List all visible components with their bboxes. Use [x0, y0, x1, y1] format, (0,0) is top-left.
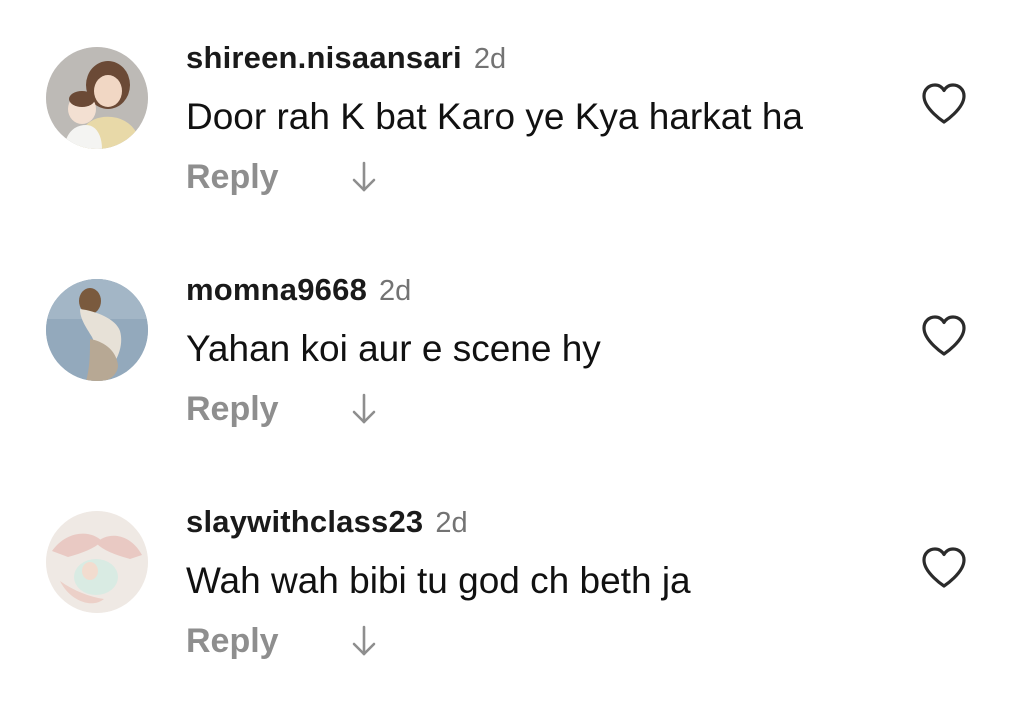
comment-text: Wah wah bibi tu god ch beth ja	[186, 560, 691, 601]
comment-header: shireen.nisaansari 2d	[186, 40, 506, 80]
timestamp: 2d	[379, 275, 412, 307]
arrow-down-icon[interactable]	[350, 624, 378, 658]
comment-item: momna9668 2d Yahan koi aur e scene hy Re…	[0, 272, 1024, 472]
heart-outline-icon[interactable]	[920, 546, 968, 590]
comment-item: shireen.nisaansari 2d Door rah K bat Kar…	[0, 40, 1024, 240]
reply-button[interactable]: Reply	[186, 390, 279, 429]
avatar[interactable]	[46, 511, 148, 613]
avatar[interactable]	[46, 47, 148, 149]
comment-header: momna9668 2d	[186, 272, 411, 312]
timestamp: 2d	[473, 43, 507, 75]
arrow-down-icon[interactable]	[350, 160, 378, 194]
heart-outline-icon[interactable]	[920, 314, 968, 358]
comment-item: slaywithclass23 2d Wah wah bibi tu god c…	[0, 504, 1024, 704]
username[interactable]: momna9668	[186, 272, 367, 308]
timestamp: 2d	[435, 507, 468, 539]
avatar-image	[46, 279, 148, 381]
reply-button[interactable]: Reply	[186, 622, 279, 661]
avatar[interactable]	[46, 279, 148, 381]
comment-text: Yahan koi aur e scene hy	[186, 328, 601, 369]
arrow-down-icon[interactable]	[350, 392, 378, 426]
avatar-image	[46, 47, 148, 149]
comment-text: Door rah K bat Karo ye Kya harkat ha	[186, 96, 804, 137]
username[interactable]: shireen.nisaansari	[186, 40, 462, 76]
heart-outline-icon[interactable]	[920, 82, 968, 126]
comment-header: slaywithclass23 2d	[186, 504, 468, 544]
username[interactable]: slaywithclass23	[186, 504, 423, 540]
avatar-image	[46, 511, 148, 613]
reply-button[interactable]: Reply	[186, 158, 279, 197]
